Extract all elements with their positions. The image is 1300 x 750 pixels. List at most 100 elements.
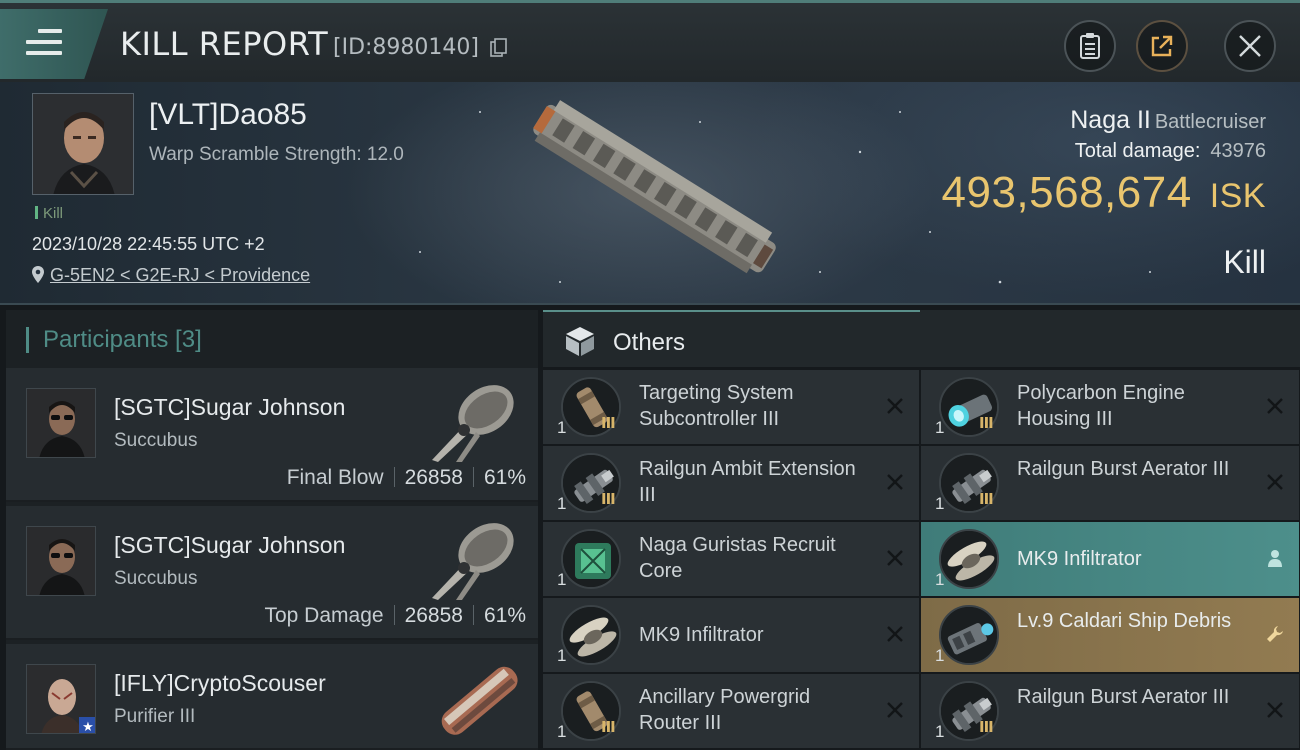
item-quantity: 1: [557, 646, 567, 665]
victim-panel: [VLT]Dao85 Warp Scramble Strength: 12.0 …: [0, 82, 1300, 305]
participants-panel: Participants [3] [SGTC]Sugar Johnson Suc…: [6, 310, 538, 750]
report-id: [ID:8980140]: [333, 35, 479, 60]
item-name: MK9 Infiltrator: [1017, 548, 1142, 570]
item-row[interactable]: 1 MK9 Infiltrator: [921, 522, 1299, 596]
others-header: Others: [543, 310, 1300, 367]
item-meta-level: III: [601, 718, 616, 736]
item-quantity: 1: [935, 418, 945, 437]
location-text[interactable]: G-5EN2 < G2E-RJ < Providence: [50, 265, 310, 285]
core-chip-icon: [561, 529, 621, 589]
item-row[interactable]: 1 III Railgun Ambit Extension III: [543, 446, 919, 520]
item-name: Naga Guristas Recruit Core: [639, 534, 836, 582]
participant-row[interactable]: ★ [IFLY]CryptoScouser Purifier III: [6, 644, 538, 750]
item-row[interactable]: 1 MK9 Infiltrator: [543, 598, 919, 672]
destroyed-x-icon: [885, 548, 905, 568]
item-name: Railgun Burst Aerator III: [1017, 686, 1230, 708]
page-title: KILL REPORT: [120, 25, 329, 63]
participant-avatar: [26, 526, 96, 596]
participant-ship: Purifier III: [114, 706, 196, 727]
participant-row[interactable]: [SGTC]Sugar Johnson Succubus Top Damage 2…: [6, 506, 538, 640]
drone-icon: [561, 605, 621, 665]
victim-name[interactable]: [VLT]Dao85: [149, 98, 307, 132]
participant-label: Final Blow: [286, 466, 384, 489]
item-name: MK9 Infiltrator: [639, 624, 764, 646]
others-title: Others: [613, 329, 686, 356]
close-button[interactable]: [1224, 20, 1276, 72]
participant-label: Top Damage: [264, 604, 384, 627]
share-icon: [1151, 35, 1173, 57]
item-meta-level: III: [601, 414, 616, 432]
item-quantity: 1: [935, 646, 945, 665]
participant-ship: Succubus: [114, 568, 198, 589]
item-quantity: 1: [935, 570, 945, 589]
participant-percent: 61%: [483, 466, 526, 489]
participant-name[interactable]: [SGTC]Sugar Johnson: [114, 532, 345, 559]
destroyed-x-icon: [1265, 700, 1285, 720]
participant-name[interactable]: [SGTC]Sugar Johnson: [114, 394, 345, 421]
destroyed-x-icon: [885, 396, 905, 416]
pilot-avatar: [33, 94, 133, 194]
warp-scramble-strength: Warp Scramble Strength: 12.0: [149, 144, 404, 165]
item-quantity: 1: [557, 418, 567, 437]
item-name: Targeting System Subcontroller III: [639, 382, 794, 430]
item-row[interactable]: 1 Lv.9 Caldari Ship Debris: [921, 598, 1299, 672]
total-damage-label: Total damage:: [1074, 140, 1201, 162]
kill-location-link[interactable]: G-5EN2 < G2E-RJ < Providence: [32, 265, 310, 286]
victim-portrait[interactable]: [32, 93, 134, 195]
item-quantity: 1: [935, 722, 945, 741]
clipboard-button[interactable]: [1064, 20, 1116, 72]
isk-amount: 493,568,674: [941, 168, 1192, 217]
participant-ship: Succubus: [114, 430, 198, 451]
victim-ship-name: Naga II Battlecruiser: [1070, 106, 1266, 135]
drone-icon: [939, 529, 999, 589]
item-meta-level: III: [601, 490, 616, 508]
purifier-ship-icon: [441, 666, 518, 735]
clipboard-icon: [1080, 33, 1100, 59]
kill-timestamp: 2023/10/28 22:45:55 UTC +2: [32, 234, 265, 254]
item-meta-level: III: [979, 414, 994, 432]
copy-icon[interactable]: [490, 38, 508, 58]
menu-icon: [26, 29, 62, 62]
item-meta-level: III: [979, 718, 994, 736]
total-damage-value: 43976: [1210, 140, 1266, 162]
menu-button[interactable]: [0, 9, 108, 79]
item-row[interactable]: 1 III Targeting System Subcontroller III: [543, 370, 919, 444]
participant-row[interactable]: [SGTC]Sugar Johnson Succubus Final Blow 2…: [6, 368, 538, 502]
participant-avatar: [26, 388, 96, 458]
item-row[interactable]: 1 Naga Guristas Recruit Core: [543, 522, 919, 596]
destroyed-x-icon: [885, 472, 905, 492]
dropped-person-icon: [1265, 548, 1285, 568]
kill-result: Kill: [1223, 244, 1266, 280]
item-name: Polycarbon Engine Housing III: [1017, 382, 1185, 430]
ship-name[interactable]: Naga II: [1070, 106, 1151, 134]
participant-percent: 61%: [483, 604, 526, 627]
location-pin-icon: [32, 266, 44, 283]
item-name: Railgun Ambit Extension III: [639, 458, 856, 506]
salvage-wrench-icon: [1265, 624, 1285, 644]
destroyed-x-icon: [885, 700, 905, 720]
item-row[interactable]: 1 III Railgun Burst Aerator III: [921, 674, 1299, 748]
participant-avatar: ★: [26, 664, 96, 734]
item-row[interactable]: 1 III Ancillary Powergrid Router III: [543, 674, 919, 748]
item-name: Ancillary Powergrid Router III: [639, 686, 811, 734]
close-icon: [1239, 35, 1261, 57]
kill-tag: Kill: [35, 205, 63, 222]
isk-unit: ISK: [1209, 177, 1266, 215]
destroyed-x-icon: [1265, 472, 1285, 492]
title-bar: KILL REPORT [ID:8980140]: [0, 0, 1300, 82]
participant-damage: 26858: [404, 604, 463, 627]
item-meta-level: III: [979, 490, 994, 508]
participant-stats: Final Blow 26858 61%: [287, 466, 526, 490]
debris-icon: [939, 605, 999, 665]
item-row[interactable]: 1 III Railgun Burst Aerator III: [921, 446, 1299, 520]
item-quantity: 1: [935, 494, 945, 513]
total-damage: Total damage: 43976: [1075, 140, 1266, 163]
share-button[interactable]: [1136, 20, 1188, 72]
participant-name[interactable]: [IFLY]CryptoScouser: [114, 670, 326, 697]
participant-stats: Top Damage 26858 61%: [264, 604, 526, 628]
item-name: Lv.9 Caldari Ship Debris: [1017, 610, 1232, 632]
item-quantity: 1: [557, 494, 567, 513]
victim-ship-image: [533, 100, 776, 274]
item-row[interactable]: 1 III Polycarbon Engine Housing III: [921, 370, 1299, 444]
ship-class: Battlecruiser: [1154, 111, 1266, 133]
